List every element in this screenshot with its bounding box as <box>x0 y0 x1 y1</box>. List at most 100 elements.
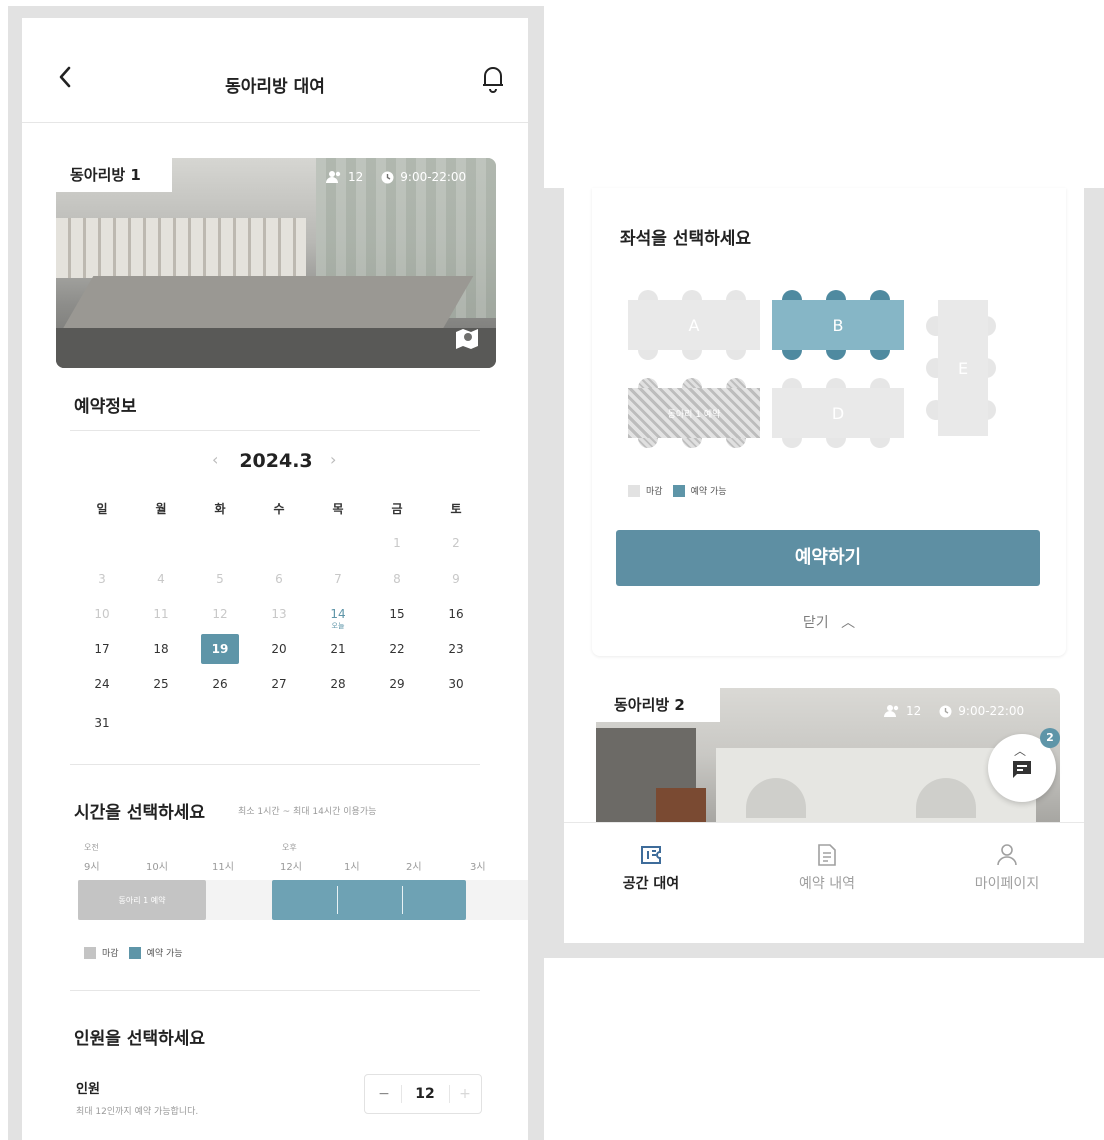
reserve-button[interactable]: 예약하기 <box>616 530 1040 586</box>
time-legend: 마감 예약 가능 <box>84 946 183 959</box>
clock-icon <box>381 171 394 183</box>
meeting-table-image <box>58 276 474 336</box>
room1-capacity: 12 <box>348 170 364 184</box>
room2-info: 12 9:00-22:00 <box>884 704 1024 718</box>
weekday: 일 <box>96 502 108 516</box>
legend-closed-label: 마감 <box>102 949 119 959</box>
calendar-day[interactable]: 20 <box>255 642 303 656</box>
calendar-month: 2024.3 <box>239 450 313 472</box>
ticket-icon <box>641 846 661 864</box>
right-panel: 좌석을 선택하세요 A B 동아리 1 예약 D E 마감 예약 가능 예약하기… <box>564 188 1084 943</box>
seat-table-b[interactable]: B <box>772 300 904 350</box>
chevron-right-icon: › <box>330 450 337 469</box>
chevron-up-icon: ︿ <box>1014 744 1027 758</box>
chat-badge: 2 <box>1040 728 1060 748</box>
calendar-day[interactable]: 27 <box>255 677 303 691</box>
hour-label: 9시 <box>84 862 100 873</box>
time-divider <box>70 990 480 991</box>
calendar-day[interactable]: 22 <box>373 642 421 656</box>
people-icon <box>884 705 899 717</box>
weekday: 금 <box>391 502 403 516</box>
calendar-day: 9 <box>452 572 460 586</box>
calendar-day[interactable]: 21 <box>314 642 362 656</box>
chat-fab[interactable]: ︿ 2 <box>988 728 1060 802</box>
calendar-day: 10 <box>94 607 110 621</box>
seat-table-d[interactable]: D <box>772 388 904 438</box>
calendar-day[interactable]: 25 <box>137 677 185 691</box>
nav-item-space-rental[interactable]: 공간 대여 <box>584 843 718 893</box>
chat-icon <box>1013 761 1031 778</box>
time-slot-selected[interactable] <box>272 880 466 920</box>
chairs-area <box>56 328 496 368</box>
header-divider <box>22 122 528 123</box>
room1-name-label: 동아리방 1 <box>56 158 172 192</box>
room2-capacity: 12 <box>906 704 922 718</box>
chevron-left-icon: ‹ <box>212 450 219 469</box>
map-button[interactable] <box>454 326 480 356</box>
legend-available-label: 예약 가능 <box>690 487 727 497</box>
calendar-day: 6 <box>275 572 283 586</box>
seat-title: 좌석을 선택하세요 <box>620 229 752 249</box>
hour-label: 11시 <box>212 862 234 873</box>
legend-swatch-available <box>128 946 141 959</box>
calendar-day[interactable]: 23 <box>432 642 480 656</box>
nav-label: 공간 대여 <box>622 876 680 892</box>
calendar-day[interactable]: 14 <box>314 607 362 621</box>
reservation-title: 예약정보 <box>74 397 137 417</box>
calendar-day[interactable]: 15 <box>373 607 421 621</box>
nav-item-mypage[interactable]: 마이페이지 <box>940 843 1074 893</box>
chevron-up-icon: ︿ <box>841 615 856 631</box>
stepper-divider <box>449 1085 450 1103</box>
nav-item-reservations[interactable]: 예약 내역 <box>760 843 894 893</box>
calendar-day[interactable]: 18 <box>137 642 185 656</box>
calendar-day: 3 <box>98 572 106 586</box>
calendar-day[interactable]: 16 <box>432 607 480 621</box>
close-button[interactable]: 닫기 ︿ <box>592 612 1066 632</box>
pm-label: 오후 <box>282 843 297 852</box>
legend-swatch-closed <box>84 946 96 959</box>
document-icon <box>818 844 836 866</box>
map-pin-icon <box>456 329 478 349</box>
calendar-day[interactable]: 26 <box>196 677 244 691</box>
calendar-day[interactable]: 24 <box>78 677 126 691</box>
calendar-day: 2 <box>452 536 460 550</box>
room2-floor <box>656 788 706 822</box>
people-title: 인원을 선택하세요 <box>74 1029 206 1049</box>
room2-name-label: 동아리방 2 <box>596 688 720 722</box>
calendar-day: 1 <box>393 536 401 550</box>
increase-button[interactable]: + <box>453 1075 477 1113</box>
room2-hours: 9:00-22:00 <box>958 704 1025 718</box>
calendar-day: 8 <box>393 572 401 586</box>
people-note: 최대 12인까지 예약 가능합니다. <box>76 1107 199 1117</box>
user-icon <box>997 844 1017 866</box>
hour-label: 10시 <box>146 862 168 873</box>
prev-month-button[interactable]: ‹ <box>212 450 218 469</box>
legend-swatch-closed <box>628 484 640 497</box>
calendar-day: 5 <box>216 572 224 586</box>
room1-hours: 9:00-22:00 <box>400 170 467 184</box>
calendar-day[interactable]: 30 <box>432 677 480 691</box>
calendar-day: 11 <box>153 607 169 621</box>
quantity-stepper: − 12 + <box>364 1074 482 1114</box>
page-title: 동아리방 대여 <box>225 77 325 97</box>
close-label: 닫기 <box>802 615 829 631</box>
next-month-button[interactable]: › <box>330 450 336 469</box>
hour-label: 3시 <box>470 862 486 873</box>
calendar-day[interactable]: 28 <box>314 677 362 691</box>
weekday: 월 <box>155 502 167 516</box>
time-hint: 최소 1시간 ~ 최대 14시간 이용가능 <box>238 807 377 817</box>
calendar-day[interactable]: 19 <box>196 642 244 656</box>
hour-label: 12시 <box>280 862 302 873</box>
calendar-day[interactable]: 31 <box>78 716 126 730</box>
decrease-button[interactable]: − <box>371 1075 397 1113</box>
nav-label: 마이페이지 <box>974 876 1040 892</box>
calendar-day[interactable]: 17 <box>78 642 126 656</box>
reservation-divider <box>70 430 480 431</box>
legend-closed-label: 마감 <box>646 487 663 497</box>
notification-button[interactable] <box>480 64 506 98</box>
calendar-day: 7 <box>334 572 342 586</box>
calendar-day[interactable]: 29 <box>373 677 421 691</box>
seat-table-a[interactable]: A <box>628 300 760 350</box>
slot-divider <box>402 886 403 914</box>
seat-table-e[interactable]: E <box>938 300 988 436</box>
